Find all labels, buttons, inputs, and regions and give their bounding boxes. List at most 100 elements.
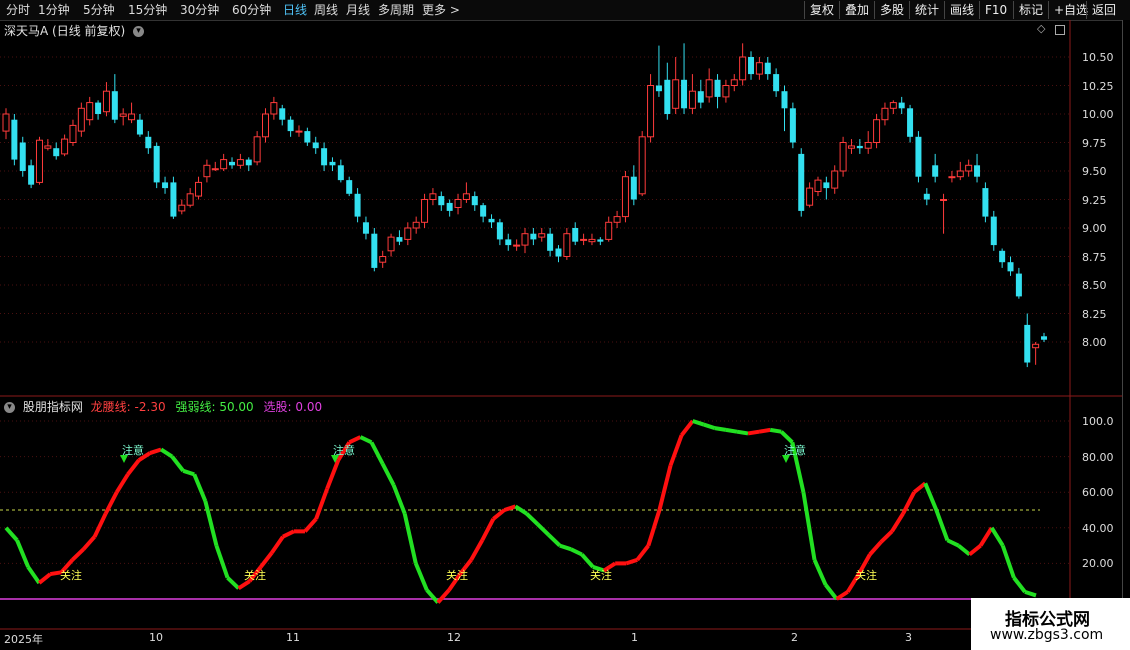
- button-duogu[interactable]: 多股: [874, 1, 909, 19]
- candle-body: [982, 188, 989, 217]
- indicator-segment: [547, 533, 562, 548]
- candle-body: [446, 202, 453, 211]
- period-tab-month[interactable]: 月线: [346, 2, 370, 18]
- button-f10[interactable]: F10: [979, 1, 1012, 19]
- price-chart: [0, 20, 1130, 650]
- candle-body: [664, 79, 671, 114]
- period-tab-1min[interactable]: 1分钟: [38, 2, 70, 18]
- candle-body: [329, 161, 336, 166]
- maximize-icon[interactable]: [1055, 25, 1065, 35]
- candle-body: [823, 182, 830, 189]
- indicator-segment: [282, 529, 295, 539]
- candle-body: [613, 216, 621, 223]
- candle-body: [145, 136, 152, 149]
- indicator-segment: [968, 544, 982, 557]
- candle-body: [655, 85, 662, 92]
- indicator-segment: [436, 588, 451, 604]
- candle-body: [429, 193, 437, 201]
- side-panel-edge[interactable]: [1122, 20, 1130, 630]
- candle-body: [379, 256, 387, 263]
- period-tab-5min[interactable]: 5分钟: [83, 2, 115, 18]
- chevron-down-icon[interactable]: ▾: [133, 26, 145, 37]
- xuangu-label: 选股:: [263, 400, 292, 414]
- candle-body: [814, 179, 822, 193]
- button-fuquan[interactable]: 复权: [804, 1, 839, 19]
- chevron-down-icon[interactable]: ▾: [4, 402, 15, 413]
- candle-body: [28, 165, 35, 185]
- candle-body: [295, 130, 303, 133]
- candle-body: [236, 159, 244, 166]
- indicator-segment: [934, 509, 950, 541]
- price-tick: 10.50: [1082, 51, 1114, 64]
- candle-body: [597, 239, 604, 242]
- candle-body: [35, 139, 43, 183]
- indicator-segment: [580, 553, 595, 569]
- alert-guanzhu: 关注: [446, 569, 468, 582]
- candle-body: [773, 74, 780, 92]
- indicator-segment: [525, 512, 540, 526]
- candle-body: [77, 107, 85, 132]
- indicator-segment: [957, 544, 971, 557]
- candle-body: [798, 153, 805, 211]
- period-tab-day[interactable]: 日线: [283, 2, 307, 18]
- indicator-tick: 60.00: [1082, 486, 1114, 499]
- candle-body: [354, 193, 361, 217]
- indicator-tick: 20.00: [1082, 557, 1114, 570]
- indicator-segment: [923, 482, 939, 511]
- indicator-segment: [835, 590, 849, 601]
- indicator-segment: [413, 562, 429, 591]
- indicator-segment: [536, 522, 551, 537]
- period-tab-multi[interactable]: 多周期: [378, 2, 414, 18]
- candle-body: [547, 233, 554, 251]
- period-tab-15min[interactable]: 15分钟: [128, 2, 167, 18]
- candle-body: [287, 119, 294, 132]
- candle-body: [856, 145, 863, 149]
- period-tab-fenshi[interactable]: 分时: [6, 2, 30, 18]
- alert-guanzhu: 关注: [244, 569, 266, 582]
- indicator-segment: [369, 441, 385, 465]
- indicator-segment: [879, 529, 894, 544]
- xuangu-value: 0.00: [295, 400, 323, 414]
- period-tab-more[interactable]: 更多 >: [422, 2, 460, 18]
- candle-body: [1007, 262, 1014, 272]
- price-tick: 9.00: [1082, 222, 1107, 235]
- indicator-segment: [82, 535, 97, 551]
- indicator-segment: [890, 512, 905, 533]
- candle-body: [748, 57, 755, 75]
- indicator-segment: [912, 481, 927, 494]
- button-biaoji[interactable]: 标记: [1013, 1, 1048, 19]
- indicator-segment: [380, 462, 396, 487]
- button-huaxian[interactable]: 画线: [944, 1, 979, 19]
- button-back[interactable]: 返回: [1086, 1, 1121, 19]
- candle-body: [990, 216, 997, 246]
- indicator-segment: [391, 484, 407, 515]
- candle-body: [186, 193, 194, 206]
- candle-body: [102, 90, 110, 113]
- indicator-segment: [569, 547, 583, 557]
- candle-body: [1015, 273, 1022, 297]
- price-tick: 10.25: [1082, 80, 1114, 93]
- candle-body: [86, 102, 94, 121]
- period-tab-30min[interactable]: 30分钟: [180, 2, 219, 18]
- candle-body: [471, 196, 478, 206]
- watermark-url: www.zbgs3.com: [990, 627, 1104, 643]
- indicator-segment: [469, 539, 484, 561]
- candle-body: [279, 108, 286, 120]
- indicator-tick: 80.00: [1082, 451, 1114, 464]
- indicator-segment: [1012, 576, 1027, 594]
- indicator-segment: [26, 565, 41, 585]
- price-tick: 8.75: [1082, 251, 1107, 264]
- period-tab-60min[interactable]: 60分钟: [232, 2, 271, 18]
- date-tick: 2025年: [4, 633, 43, 646]
- candle-body: [421, 199, 429, 223]
- indicator-segment: [115, 473, 130, 494]
- candle-body: [1024, 324, 1031, 363]
- button-tongji[interactable]: 统计: [909, 1, 944, 19]
- indicator-segment: [657, 465, 673, 511]
- indicator-segment: [668, 434, 684, 467]
- button-diejia[interactable]: 叠加: [839, 1, 874, 19]
- diamond-icon[interactable]: ◇: [1037, 22, 1045, 35]
- period-tab-week[interactable]: 周线: [314, 2, 338, 18]
- indicator-name[interactable]: 股朋指标网: [23, 400, 83, 414]
- candle-body: [111, 91, 118, 120]
